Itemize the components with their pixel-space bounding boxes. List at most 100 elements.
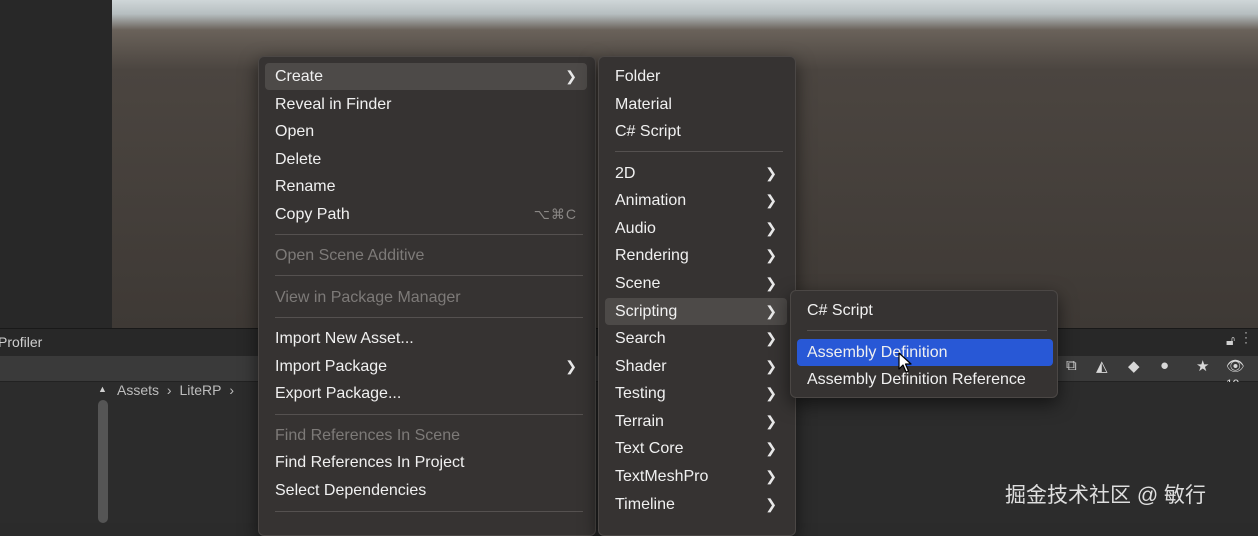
menu-item-testing[interactable]: Testing ❯ <box>605 380 787 407</box>
menu-item-label: Terrain <box>615 413 664 430</box>
menu-item-scripting[interactable]: Scripting ❯ <box>605 298 787 325</box>
scrollbar[interactable] <box>98 400 108 523</box>
type-filter-icon[interactable]: ◭ <box>1096 357 1108 375</box>
menu-item-label: Rendering <box>615 247 689 264</box>
menu-item-label: Folder <box>615 68 661 85</box>
menu-item-label: View in Package Manager <box>275 289 461 306</box>
menu-item-rename[interactable]: Rename <box>265 173 587 200</box>
chevron-right-icon: ❯ <box>765 220 777 236</box>
menu-item-csharp-script[interactable]: C# Script <box>797 297 1053 324</box>
profiler-tab[interactable]: Profiler <box>0 334 42 350</box>
menu-item-view-in-package-manager: View in Package Manager <box>265 284 587 311</box>
menu-item-label: Scene <box>615 275 661 292</box>
menu-item-terrain[interactable]: Terrain ❯ <box>605 408 787 435</box>
chevron-right-icon: ❯ <box>765 192 777 208</box>
shortcut-label: ⌥⌘C <box>533 206 577 222</box>
menu-item-copy-path[interactable]: Copy Path ⌥⌘C <box>265 201 587 228</box>
menu-item-textmeshpro[interactable]: TextMeshPro ❯ <box>605 463 787 490</box>
chevron-right-icon: ❯ <box>765 275 777 291</box>
scene-picker-icon[interactable]: ⧉ <box>1066 357 1077 374</box>
menu-item-open-scene-additive: Open Scene Additive <box>265 242 587 269</box>
menu-item-material[interactable]: Material <box>605 91 787 118</box>
menu-item-label: Find References In Project <box>275 454 465 471</box>
chevron-right-icon: ❯ <box>765 358 777 374</box>
menu-separator <box>807 330 1047 331</box>
chevron-right-icon: ❯ <box>765 440 777 456</box>
menu-item-open[interactable]: Open <box>265 118 587 145</box>
menu-item-label: Copy Path <box>275 206 350 223</box>
label-filter-icon[interactable]: ◆ <box>1128 357 1140 375</box>
breadcrumb-assets[interactable]: Assets <box>117 382 159 398</box>
menu-item-label: Import New Asset... <box>275 330 414 347</box>
breadcrumb-separator-icon: › <box>229 382 235 398</box>
menu-item-text-core[interactable]: Text Core ❯ <box>605 435 787 462</box>
menu-separator <box>615 151 783 152</box>
menu-item-import-new-asset[interactable]: Import New Asset... <box>265 325 587 352</box>
menu-item-label: Shader <box>615 358 667 375</box>
chevron-right-icon: ❯ <box>765 330 777 346</box>
menu-item-animation[interactable]: Animation ❯ <box>605 187 787 214</box>
menu-item-folder[interactable]: Folder <box>605 63 787 90</box>
menu-item-assembly-definition-reference[interactable]: Assembly Definition Reference <box>797 366 1053 393</box>
breadcrumb-literp[interactable]: LiteRP <box>179 382 221 398</box>
menu-item-label: C# Script <box>615 123 681 140</box>
menu-item-create[interactable]: Create ❯ <box>265 63 587 90</box>
lock-icon[interactable]: 🔓︎ <box>1226 332 1235 349</box>
menu-separator <box>275 317 583 318</box>
menu-item-scene[interactable]: Scene ❯ <box>605 270 787 297</box>
menu-item-label: Assembly Definition Reference <box>807 371 1026 388</box>
breadcrumb-separator-icon: › <box>166 382 172 398</box>
menu-item-label: 2D <box>615 165 636 182</box>
favorite-star-icon[interactable]: ★ <box>1196 357 1209 375</box>
chevron-right-icon: ❯ <box>765 247 777 263</box>
asset-context-menu: Create ❯ Reveal in Finder Open Delete Re… <box>258 56 596 536</box>
chevron-right-icon: ❯ <box>765 413 777 429</box>
menu-item-timeline[interactable]: Timeline ❯ <box>605 491 787 518</box>
menu-item-audio[interactable]: Audio ❯ <box>605 215 787 242</box>
menu-item-assembly-definition[interactable]: Assembly Definition <box>797 339 1053 366</box>
menu-item-label: Open <box>275 123 315 140</box>
menu-item-find-references-in-project[interactable]: Find References In Project <box>265 449 587 476</box>
menu-item-label: Scripting <box>615 303 678 320</box>
menu-item-label: Search <box>615 330 666 347</box>
chevron-right-icon: ❯ <box>765 303 777 319</box>
hierarchy-panel <box>0 0 112 328</box>
menu-item-reveal-in-finder[interactable]: Reveal in Finder <box>265 91 587 118</box>
chevron-right-icon: ❯ <box>765 385 777 401</box>
menu-item-shader[interactable]: Shader ❯ <box>605 353 787 380</box>
mouse-cursor-icon <box>898 352 912 373</box>
menu-separator <box>275 511 583 512</box>
menu-item-2d[interactable]: 2D ❯ <box>605 160 787 187</box>
menu-item-label: Assembly Definition <box>807 344 948 361</box>
watermark: 掘金技术社区 @ 敏行 <box>1005 484 1206 507</box>
chevron-right-icon: ❯ <box>565 358 577 374</box>
create-submenu: Folder Material C# Script 2D ❯ Animation ❯… <box>598 56 796 536</box>
menu-item-rendering[interactable]: Rendering ❯ <box>605 242 787 269</box>
menu-separator <box>275 234 583 235</box>
breadcrumb: Assets › LiteRP › <box>100 382 238 398</box>
menu-item-import-package[interactable]: Import Package ❯ <box>265 353 587 380</box>
menu-item-label: Animation <box>615 192 687 209</box>
chevron-right-icon: ❯ <box>565 68 577 84</box>
menu-item-delete[interactable]: Delete <box>265 146 587 173</box>
menu-item-label: Select Dependencies <box>275 482 427 499</box>
menu-separator <box>275 275 583 276</box>
menu-item-label: Export Package... <box>275 385 402 402</box>
menu-item-csharp-script[interactable]: C# Script <box>605 118 787 145</box>
more-options-icon[interactable]: · · · <box>1244 326 1252 348</box>
warning-icon[interactable]: ● <box>1160 357 1169 374</box>
menu-item-label: Rename <box>275 178 336 195</box>
menu-item-label: Text Core <box>615 440 684 457</box>
menu-item-label: Import Package <box>275 358 388 375</box>
menu-item-label: Find References In Scene <box>275 427 460 444</box>
menu-item-label: TextMeshPro <box>615 468 709 485</box>
menu-item-label: Testing <box>615 385 666 402</box>
menu-item-label: Timeline <box>615 496 675 513</box>
chevron-right-icon: ❯ <box>765 165 777 181</box>
menu-item-select-dependencies[interactable]: Select Dependencies <box>265 477 587 504</box>
menu-item-label: Create <box>275 68 324 85</box>
scripting-submenu: C# Script Assembly Definition Assembly D… <box>790 290 1058 398</box>
menu-item-export-package[interactable]: Export Package... <box>265 380 587 407</box>
chevron-right-icon: ❯ <box>765 468 777 484</box>
menu-item-search[interactable]: Search ❯ <box>605 325 787 352</box>
